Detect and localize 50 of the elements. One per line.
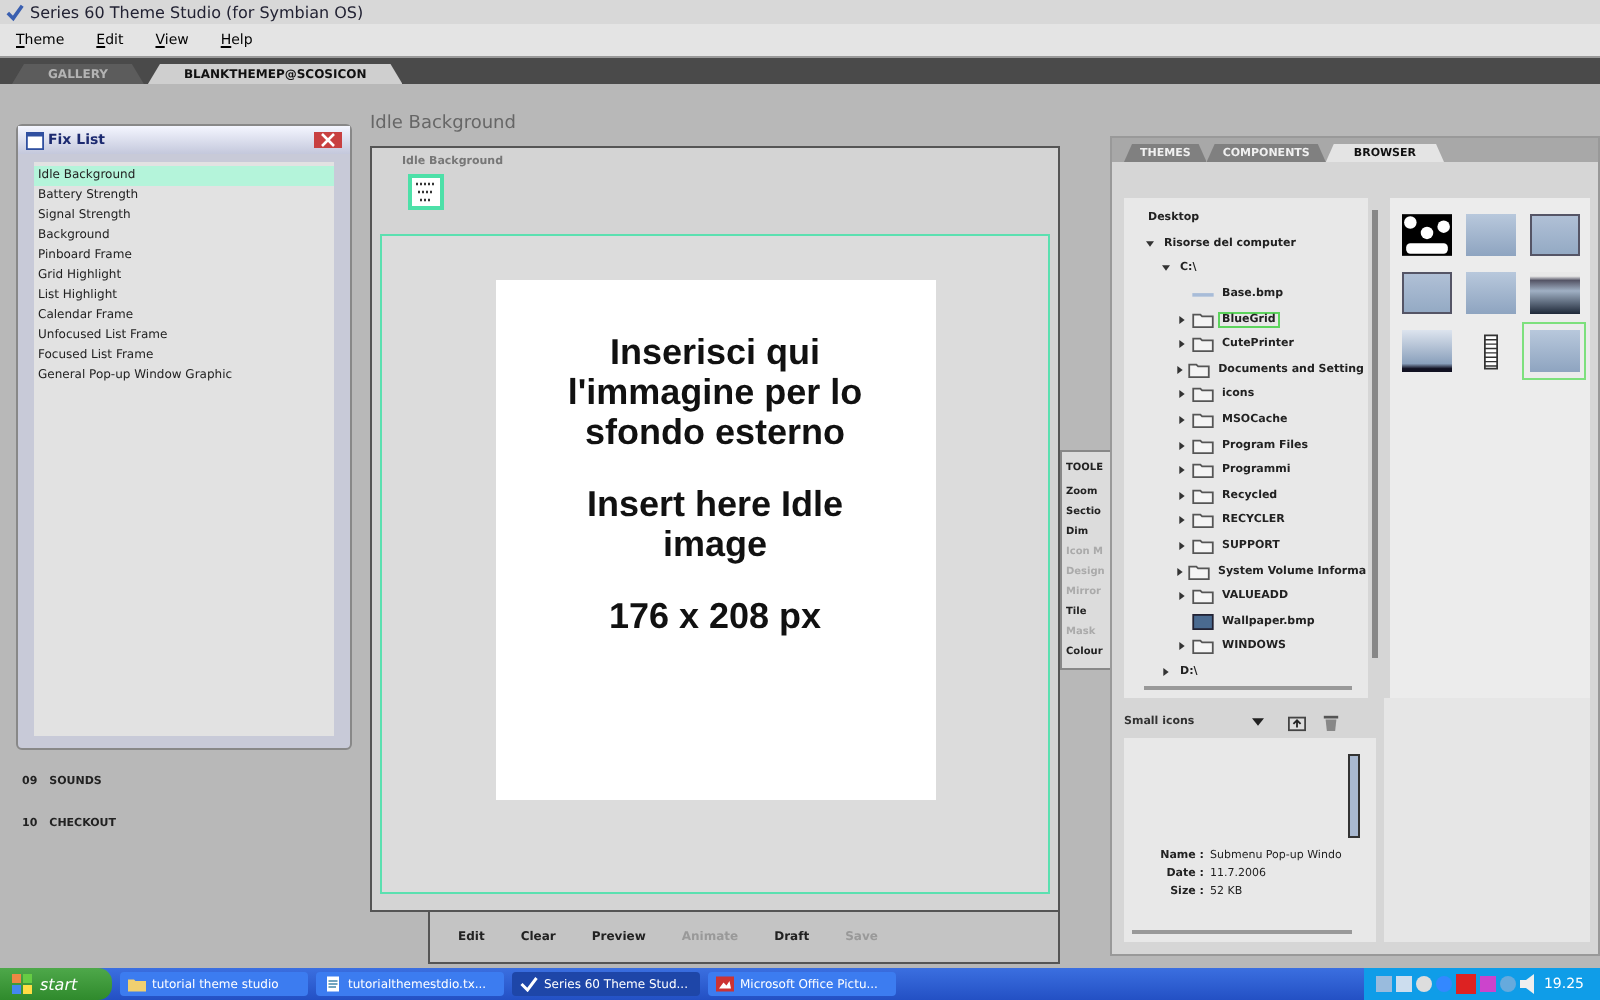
folder-icon [1192,588,1214,605]
thumbnail-icon[interactable] [408,174,444,210]
expander-icon[interactable] [1178,340,1186,349]
folder-icon [1192,412,1214,429]
document-icon [324,976,342,992]
app-icon [520,976,538,992]
image-file-icon [1192,613,1214,630]
expander-icon[interactable] [1178,542,1186,551]
app-icon [6,3,24,21]
tray-icons-drawing[interactable] [1375,974,1536,994]
folder-icon [1188,361,1211,378]
folder-icon [1188,563,1210,580]
expander-icon[interactable] [1178,516,1186,525]
folder-icon [1192,512,1214,529]
expander-icon[interactable] [1176,365,1185,374]
import-icon[interactable] [1288,713,1306,731]
expander-icon[interactable] [1178,642,1186,651]
expander-icon[interactable] [1146,239,1154,248]
expander-icon[interactable] [1178,390,1186,399]
expander-icon[interactable] [1178,315,1186,324]
caret-icon[interactable] [1252,718,1264,726]
window-icon [26,131,44,149]
folder-icon [1192,487,1214,504]
expander-icon[interactable] [1178,416,1186,425]
folder-icon [1192,638,1214,655]
expander-icon[interactable] [1176,567,1184,576]
editor-title: Idle Background [368,114,518,138]
expander-icon[interactable] [1178,491,1186,500]
expander-icon[interactable] [1178,441,1186,450]
folder-icon [128,976,146,992]
placeholder-text: 176 x 208 px [606,596,824,636]
placeholder-text: Inserisci qui l'immagine per lo sfondo esterno [565,332,865,452]
folder-icon [1192,311,1214,328]
placeholder-text: Insert here Idle image [584,484,846,564]
folder-icon [1192,538,1214,555]
folder-icon [1192,336,1214,353]
expander-icon[interactable] [1178,592,1186,601]
folder-icon [1192,437,1214,454]
trash-icon[interactable] [1322,713,1340,731]
expander-icon[interactable] [1178,466,1186,475]
start-button[interactable]: start [0,968,112,1000]
close-icon[interactable] [314,132,342,148]
thumbnail[interactable] [1522,322,1586,380]
picture-icon [716,976,734,992]
windows-logo-icon [12,974,32,994]
folder-icon [1192,386,1214,403]
window-title: Series 60 Theme Studio (for Symbian OS) [30,3,364,21]
expander-icon[interactable] [1162,667,1170,676]
folder-icon [1192,462,1214,479]
expander-icon[interactable] [1162,264,1170,273]
